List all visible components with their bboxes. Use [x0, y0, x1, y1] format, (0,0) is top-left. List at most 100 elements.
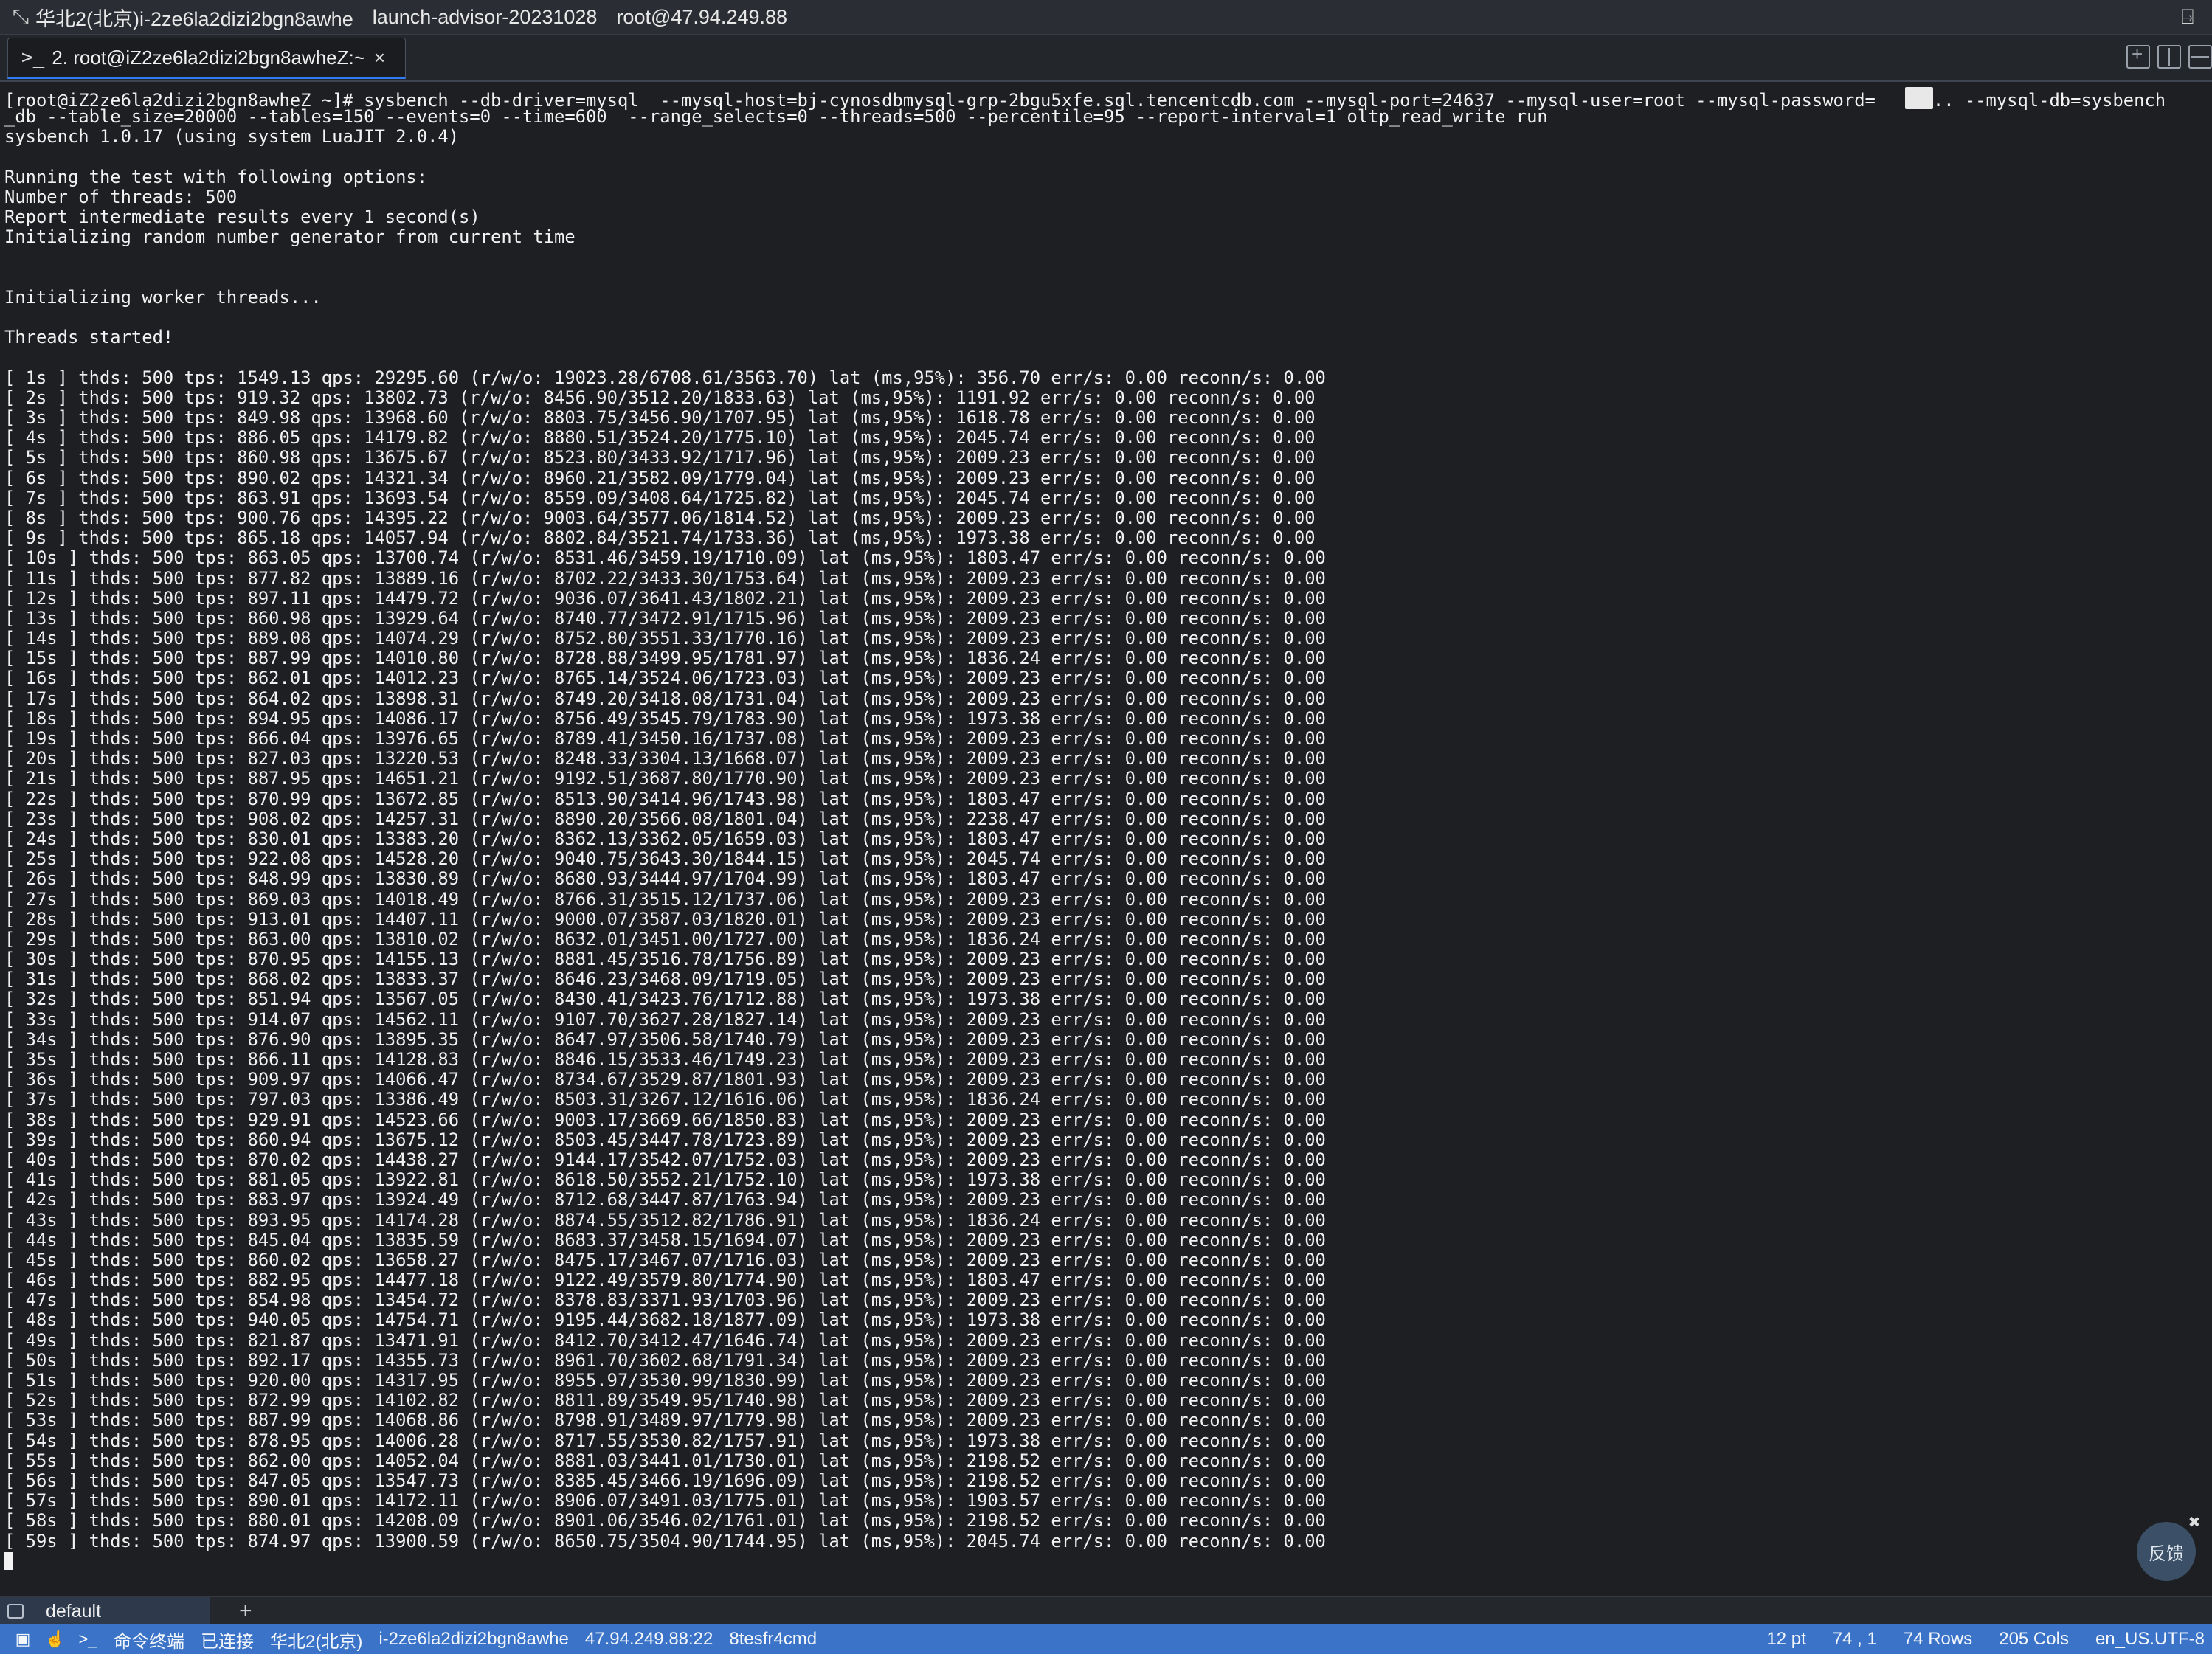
terminal-line: [ 24s ] thds: 500 tps: 830.01 qps: 13383… [4, 828, 1326, 849]
window-icon[interactable]: ▣ [13, 1630, 32, 1648]
status-rows: 74 Rows [1903, 1629, 1973, 1649]
status-bar: ▣ ☝ >_ 命令终端 已连接 华北2(北京) i-2ze6la2dizi2bg… [0, 1624, 2212, 1654]
terminal-line: [ 12s ] thds: 500 tps: 897.11 qps: 14479… [4, 587, 1326, 609]
terminal-line: [ 10s ] thds: 500 tps: 863.05 qps: 13700… [4, 547, 1326, 569]
terminal-line: [ 6s ] thds: 500 tps: 890.02 qps: 14321.… [4, 467, 1316, 488]
terminal-line: [ 21s ] thds: 500 tps: 887.95 qps: 14651… [4, 768, 1326, 789]
terminal-line: [ 47s ] thds: 500 tps: 854.98 qps: 13454… [4, 1290, 1326, 1311]
terminal-line: _db --table_size=20000 --tables=150 --ev… [4, 106, 1548, 128]
terminal-line: [ 1s ] thds: 500 tps: 1549.13 qps: 29295… [4, 367, 1326, 388]
add-pane-icon[interactable] [2126, 43, 2150, 69]
terminal-line: Initializing worker threads... [4, 286, 322, 308]
title-session-name[interactable]: launch-advisor-20231028 [373, 6, 598, 29]
terminal-line: [ 50s ] thds: 500 tps: 892.17 qps: 14355… [4, 1349, 1326, 1371]
terminal-line: Number of threads: 500 [4, 186, 238, 207]
redacted-password-block [1904, 87, 1933, 109]
terminal-line: [ 45s ] thds: 500 tps: 860.02 qps: 13658… [4, 1249, 1326, 1270]
terminal-line: [ 35s ] thds: 500 tps: 866.11 qps: 14128… [4, 1049, 1326, 1070]
terminal-line: [ 7s ] thds: 500 tps: 863.91 qps: 13693.… [4, 487, 1316, 508]
terminal-line: [ 13s ] thds: 500 tps: 860.98 qps: 13929… [4, 607, 1326, 629]
terminal-line: [ 58s ] thds: 500 tps: 880.01 qps: 14208… [4, 1510, 1326, 1532]
status-encoding[interactable]: en_US.UTF-8 [2095, 1629, 2205, 1650]
window-titlebar: ⤡ 华北2(北京)i-2ze6la2dizi2bgn8awhe launch-a… [0, 0, 2212, 35]
terminal-line: [ 4s ] thds: 500 tps: 886.05 qps: 14179.… [4, 427, 1316, 449]
terminal-lines: [root@iZ2ze6la2dizi2bgn8awheZ ~]# sysben… [4, 87, 2212, 1571]
close-icon[interactable]: × [374, 46, 385, 69]
status-session-id: 8tesfr4cmd [729, 1629, 818, 1649]
terminal-line: [ 16s ] thds: 500 tps: 862.01 qps: 14012… [4, 668, 1326, 689]
logout-icon[interactable]: ⍈ [2175, 4, 2200, 30]
terminal-input-line[interactable] [4, 1551, 2212, 1571]
split-vertical-icon[interactable] [2188, 45, 2212, 69]
split-horizontal-icon[interactable] [2157, 45, 2181, 69]
terminal-line: [ 20s ] thds: 500 tps: 827.03 qps: 13220… [4, 748, 1326, 769]
terminal-tab-bar: >_ 2. root@iZ2ze6la2dizi2bgn8awheZ:~ × [0, 35, 2212, 82]
status-font-size[interactable]: 12 pt [1766, 1629, 1805, 1650]
terminal-line: [ 38s ] thds: 500 tps: 929.91 qps: 14523… [4, 1109, 1326, 1130]
terminal-line: [ 44s ] thds: 500 tps: 845.04 qps: 13835… [4, 1229, 1326, 1250]
terminal-line: [ 37s ] thds: 500 tps: 797.03 qps: 13386… [4, 1089, 1326, 1110]
terminal-line: [ 9s ] thds: 500 tps: 865.18 qps: 14057.… [4, 527, 1316, 549]
status-terminal-label: 命令终端 [114, 1631, 184, 1652]
text-cursor [4, 1551, 13, 1570]
terminal-line: [ 33s ] thds: 500 tps: 914.07 qps: 14562… [4, 1008, 1326, 1030]
terminal-prompt-icon: >_ [21, 46, 45, 69]
terminal-line: Report intermediate results every 1 seco… [4, 207, 480, 228]
tab-label: 2. root@iZ2ze6la2dizi2bgn8awheZ:~ [52, 46, 365, 69]
terminal-line: [ 57s ] thds: 500 tps: 890.01 qps: 14172… [4, 1490, 1326, 1512]
status-instance: i-2ze6la2dizi2bgn8awhe [379, 1629, 569, 1649]
terminal-line: [ 40s ] thds: 500 tps: 870.02 qps: 14438… [4, 1149, 1326, 1170]
terminal-line: [ 31s ] thds: 500 tps: 868.02 qps: 13833… [4, 969, 1326, 990]
feedback-button[interactable]: 反馈 [2137, 1522, 2196, 1581]
terminal-line: [ 14s ] thds: 500 tps: 889.08 qps: 14074… [4, 628, 1326, 649]
terminal-line: [ 59s ] thds: 500 tps: 874.97 qps: 13900… [4, 1530, 1326, 1551]
terminal-line-suffix: .. --mysql-db=sysbench [1932, 90, 2166, 111]
terminal-line: Initializing random number generator fro… [4, 226, 576, 248]
status-connection: 已连接 [201, 1631, 254, 1652]
terminal-line: [ 41s ] thds: 500 tps: 881.05 qps: 13922… [4, 1169, 1326, 1191]
terminal-line: [ 55s ] thds: 500 tps: 862.00 qps: 14052… [4, 1450, 1326, 1471]
terminal-line: [ 49s ] thds: 500 tps: 821.87 qps: 13471… [4, 1329, 1326, 1351]
tab-terminal-2[interactable]: >_ 2. root@iZ2ze6la2dizi2bgn8awheZ:~ × [7, 38, 406, 79]
session-tab-default[interactable]: default [0, 1597, 210, 1625]
terminal-line: [ 52s ] thds: 500 tps: 872.99 qps: 14102… [4, 1390, 1326, 1411]
terminal-output[interactable]: [root@iZ2ze6la2dizi2bgn8awheZ ~]# sysben… [0, 82, 2212, 1598]
terminal-line: [ 19s ] thds: 500 tps: 866.04 qps: 13976… [4, 728, 1326, 749]
terminal-prompt-icon: >_ [78, 1630, 97, 1648]
feedback-close-icon[interactable]: ✖ [2186, 1514, 2202, 1531]
terminal-line: [ 17s ] thds: 500 tps: 864.02 qps: 13898… [4, 688, 1326, 709]
title-host[interactable]: root@47.94.249.88 [616, 6, 787, 29]
terminal-line: [ 48s ] thds: 500 tps: 940.05 qps: 14754… [4, 1309, 1326, 1331]
terminal-line: [ 36s ] thds: 500 tps: 909.97 qps: 14066… [4, 1069, 1326, 1090]
status-cursor-position: 74 , 1 [1832, 1629, 1877, 1649]
status-address: 47.94.249.88:22 [584, 1629, 713, 1649]
terminal-line: [ 53s ] thds: 500 tps: 887.99 qps: 14068… [4, 1410, 1326, 1431]
collapse-arrows-icon[interactable]: ⤡ [6, 0, 35, 34]
terminal-line: [ 15s ] thds: 500 tps: 887.99 qps: 14010… [4, 648, 1326, 669]
terminal-window-icon [7, 1604, 24, 1619]
add-session-button[interactable]: + [239, 1597, 252, 1625]
pointer-hand-icon[interactable]: ☝ [45, 1630, 65, 1648]
status-region: 华北2(北京) [270, 1631, 363, 1652]
terminal-line: [ 42s ] thds: 500 tps: 883.97 qps: 13924… [4, 1189, 1326, 1211]
terminal-line: [ 51s ] thds: 500 tps: 920.00 qps: 14317… [4, 1370, 1326, 1391]
terminal-line: [ 23s ] thds: 500 tps: 908.02 qps: 14257… [4, 808, 1326, 829]
terminal-line: [ 11s ] thds: 500 tps: 877.82 qps: 13889… [4, 567, 1326, 589]
session-strip: default + [0, 1596, 2212, 1625]
terminal-line: [ 30s ] thds: 500 tps: 870.95 qps: 14155… [4, 949, 1326, 970]
terminal-line: [ 43s ] thds: 500 tps: 893.95 qps: 14174… [4, 1209, 1326, 1231]
terminal-line: [ 56s ] thds: 500 tps: 847.05 qps: 13547… [4, 1470, 1326, 1491]
title-region[interactable]: 华北2(北京)i-2ze6la2dizi2bgn8awhe [35, 3, 353, 32]
session-tab-label: default [46, 1600, 102, 1622]
terminal-line: [ 28s ] thds: 500 tps: 913.01 qps: 14407… [4, 908, 1326, 930]
terminal-line: [ 39s ] thds: 500 tps: 860.94 qps: 13675… [4, 1129, 1326, 1150]
terminal-line: sysbench 1.0.17 (using system LuaJIT 2.0… [4, 126, 460, 148]
terminal-line: [ 18s ] thds: 500 tps: 894.95 qps: 14086… [4, 707, 1326, 729]
terminal-line: [ 25s ] thds: 500 tps: 922.08 qps: 14528… [4, 848, 1326, 870]
terminal-line: [ 8s ] thds: 500 tps: 900.76 qps: 14395.… [4, 507, 1316, 528]
